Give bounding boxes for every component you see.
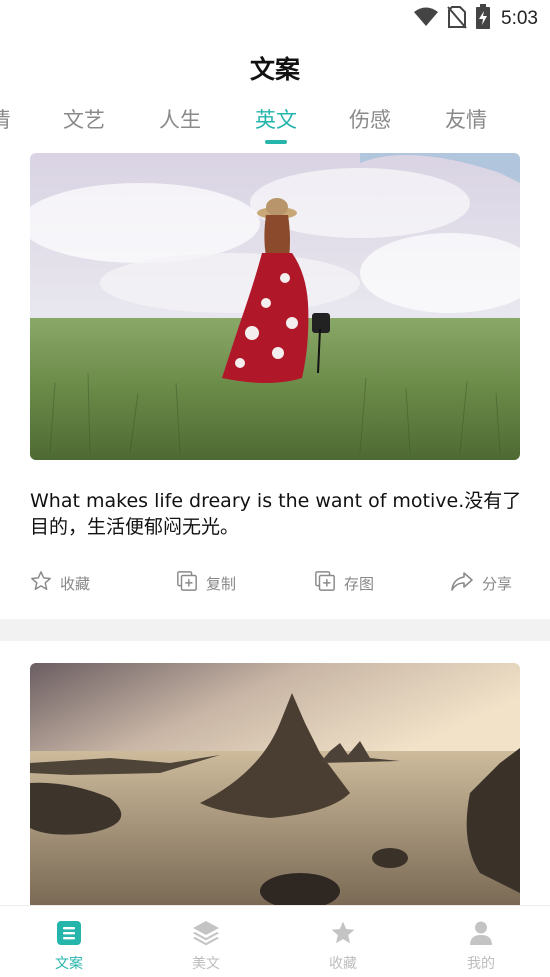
nav-shoucang[interactable]: 收藏 bbox=[303, 920, 383, 973]
share-label: 分享 bbox=[482, 574, 513, 593]
save-image-icon bbox=[314, 570, 336, 596]
no-sim-icon bbox=[447, 5, 467, 33]
star-icon bbox=[329, 920, 357, 950]
quote-text: What makes life dreary is the want of mo… bbox=[30, 490, 522, 538]
copy-button[interactable]: 复制 bbox=[176, 570, 236, 596]
nav-label: 文案 bbox=[55, 956, 83, 972]
tab-yingwen[interactable]: 英文 bbox=[255, 104, 297, 134]
status-time: 5:03 bbox=[501, 8, 538, 29]
card-actions: 收藏 复制 存图 分享 bbox=[0, 570, 550, 598]
page-title: 文案 bbox=[249, 55, 300, 84]
battery-charging-icon bbox=[475, 4, 491, 34]
document-icon bbox=[56, 920, 82, 950]
favorite-label: 收藏 bbox=[60, 574, 91, 593]
nav-wode[interactable]: 我的 bbox=[441, 920, 521, 973]
copy-label: 复制 bbox=[206, 574, 237, 593]
wifi-icon bbox=[413, 7, 439, 31]
nav-label: 美文 bbox=[192, 956, 220, 972]
tab-wenyi[interactable]: 文艺 bbox=[63, 104, 105, 134]
card-image[interactable] bbox=[30, 663, 520, 905]
share-icon bbox=[450, 570, 474, 596]
tab-youqing[interactable]: 友情 bbox=[445, 104, 487, 134]
favorite-button[interactable]: 收藏 bbox=[30, 570, 90, 596]
nav-label: 我的 bbox=[467, 956, 495, 972]
tab-0[interactable]: 情 bbox=[0, 104, 11, 134]
save-image-label: 存图 bbox=[344, 574, 375, 593]
person-icon bbox=[468, 920, 494, 950]
nav-label: 收藏 bbox=[329, 956, 357, 972]
status-bar: 5:03 bbox=[0, 0, 550, 38]
nav-meiwen[interactable]: 美文 bbox=[166, 920, 246, 973]
rocky-coast-photo bbox=[30, 663, 520, 905]
star-outline-icon bbox=[30, 570, 52, 596]
tab-active-indicator bbox=[265, 140, 287, 144]
share-button[interactable]: 分享 bbox=[450, 570, 512, 596]
copy-icon bbox=[176, 570, 198, 596]
category-tabs: 情 文艺 人生 英文 伤感 友情 励 bbox=[0, 104, 550, 150]
tab-rensheng[interactable]: 人生 bbox=[159, 104, 201, 134]
bottom-nav: 文案 美文 收藏 我的 bbox=[0, 905, 550, 977]
tab-shanggan[interactable]: 伤感 bbox=[349, 104, 391, 134]
card-separator bbox=[0, 619, 550, 641]
card-image[interactable] bbox=[30, 153, 520, 460]
woman-in-field-photo bbox=[30, 153, 520, 460]
save-image-button[interactable]: 存图 bbox=[314, 570, 374, 596]
nav-wenan[interactable]: 文案 bbox=[29, 920, 109, 973]
layers-icon bbox=[192, 920, 220, 950]
